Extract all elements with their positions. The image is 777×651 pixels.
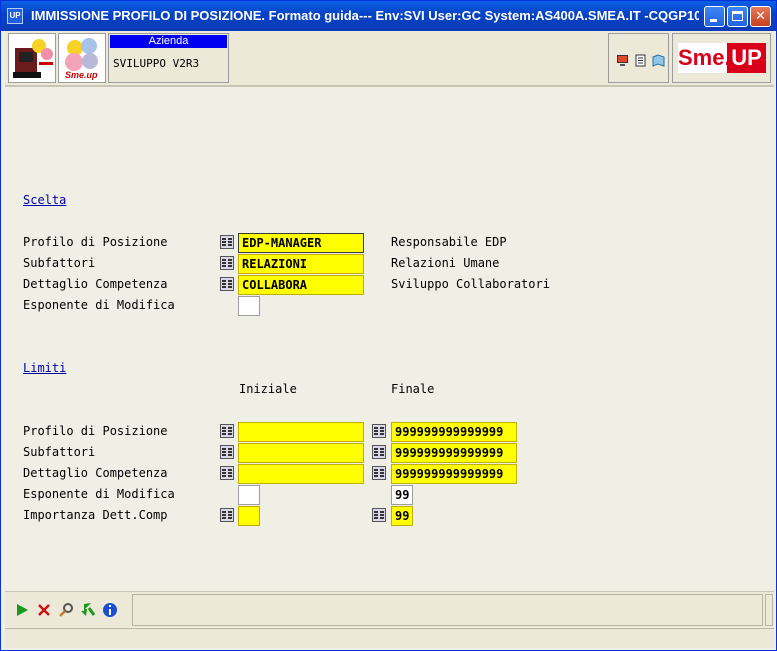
status-message-panel [132, 594, 763, 626]
profilo-from-input[interactable] [238, 422, 364, 442]
form-area: Scelta Profilo di Posizione EDP-MANAGER … [5, 87, 774, 591]
subfattori-from-input[interactable] [238, 443, 364, 463]
limiti-label-dettaglio: Dettaglio Competenza [23, 466, 168, 480]
document-icon[interactable] [634, 54, 647, 67]
brand-sme: Sme. [678, 45, 731, 70]
bottom-strip [5, 628, 774, 648]
lookup-icon[interactable] [220, 424, 234, 438]
azienda-panel: Azienda SVILUPPO V2R3 [108, 33, 229, 83]
subfattori-description: Relazioni Umane [391, 256, 500, 270]
scelta-label-profilo: Profilo di Posizione [23, 235, 168, 249]
maximize-button[interactable] [727, 6, 748, 27]
lookup-icon[interactable] [220, 256, 234, 270]
subfattori-input[interactable]: RELAZIONI [238, 254, 364, 274]
status-end-panel [765, 594, 773, 626]
lookup-icon[interactable] [220, 235, 234, 249]
logo2-text: Sme.up [65, 70, 98, 80]
profilo-to-input[interactable]: 999999999999999 [391, 422, 517, 442]
scelta-label-esponente: Esponente di Modifica [23, 298, 175, 312]
status-bar [5, 591, 774, 627]
col-iniziale: Iniziale [239, 382, 297, 396]
section-limiti: Limiti [23, 361, 67, 375]
limiti-label-profilo: Profilo di Posizione [23, 424, 168, 438]
profilo-input[interactable]: EDP-MANAGER [238, 233, 364, 253]
esponente-to-input[interactable]: 99 [391, 485, 413, 505]
lookup-icon[interactable] [372, 445, 386, 459]
lookup-icon[interactable] [220, 466, 234, 480]
scelta-label-subfattori: Subfattori [23, 256, 96, 270]
close-icon: ✕ [755, 9, 766, 24]
limiti-label-importanza: Importanza Dett.Comp [23, 508, 168, 522]
app-icon[interactable]: UP [7, 8, 23, 24]
section-scelta: Scelta [23, 193, 67, 207]
esponente-input[interactable] [238, 296, 260, 316]
dettaglio-input[interactable]: COLLABORA [238, 275, 364, 295]
search-icon[interactable] [58, 602, 74, 618]
printer-logo-icon [13, 39, 53, 78]
window-title: IMMISSIONE PROFILO DI POSIZIONE. Formato… [31, 8, 699, 23]
profilo-description: Responsabile EDP [391, 235, 507, 249]
esponente-from-input[interactable] [238, 485, 260, 505]
minimize-icon [710, 19, 717, 22]
dettaglio-to-input[interactable]: 999999999999999 [391, 464, 517, 484]
lookup-icon[interactable] [220, 508, 234, 522]
col-finale: Finale [391, 382, 435, 396]
confirm-icon[interactable] [14, 602, 30, 618]
monitor-icon[interactable] [616, 54, 629, 67]
smeup-balls-logo: Sme.up [65, 38, 98, 80]
close-button[interactable]: ✕ [750, 6, 771, 27]
back-icon[interactable] [80, 602, 96, 618]
smeup-brand-logo: Sme. UP [678, 43, 766, 73]
limiti-label-subfattori: Subfattori [23, 445, 96, 459]
scelta-label-dettaglio: Dettaglio Competenza [23, 277, 168, 291]
info-icon[interactable] [102, 602, 118, 618]
azienda-label: Azienda [110, 35, 227, 48]
cancel-icon[interactable] [36, 602, 52, 618]
lookup-icon[interactable] [372, 508, 386, 522]
lookup-icon[interactable] [220, 277, 234, 291]
importanza-from-input[interactable] [238, 506, 260, 526]
lookup-icon[interactable] [372, 424, 386, 438]
smeup-logo-box[interactable]: Sme.up [58, 33, 106, 83]
subfattori-to-input[interactable]: 999999999999999 [391, 443, 517, 463]
lookup-icon[interactable] [372, 466, 386, 480]
title-bar[interactable]: UP IMMISSIONE PROFILO DI POSIZIONE. Form… [1, 1, 776, 31]
dettaglio-from-input[interactable] [238, 464, 364, 484]
importanza-to-input[interactable]: 99 [391, 506, 413, 526]
book-icon[interactable] [652, 54, 665, 67]
lookup-icon[interactable] [220, 445, 234, 459]
app-logo-box[interactable] [8, 33, 56, 83]
minimize-button[interactable] [704, 6, 725, 27]
header-toolbar: Sme.up Azienda SVILUPPO V2R3 Sme. UP [5, 31, 774, 85]
tool-icons-panel [608, 33, 669, 83]
app-window: UP IMMISSIONE PROFILO DI POSIZIONE. Form… [0, 0, 777, 651]
dettaglio-description: Sviluppo Collaboratori [391, 277, 550, 291]
smeup-brand-box[interactable]: Sme. UP [672, 33, 771, 83]
brand-up: UP [727, 43, 766, 73]
maximize-icon [732, 11, 743, 21]
limiti-label-esponente: Esponente di Modifica [23, 487, 175, 501]
azienda-value: SVILUPPO V2R3 [113, 57, 200, 70]
